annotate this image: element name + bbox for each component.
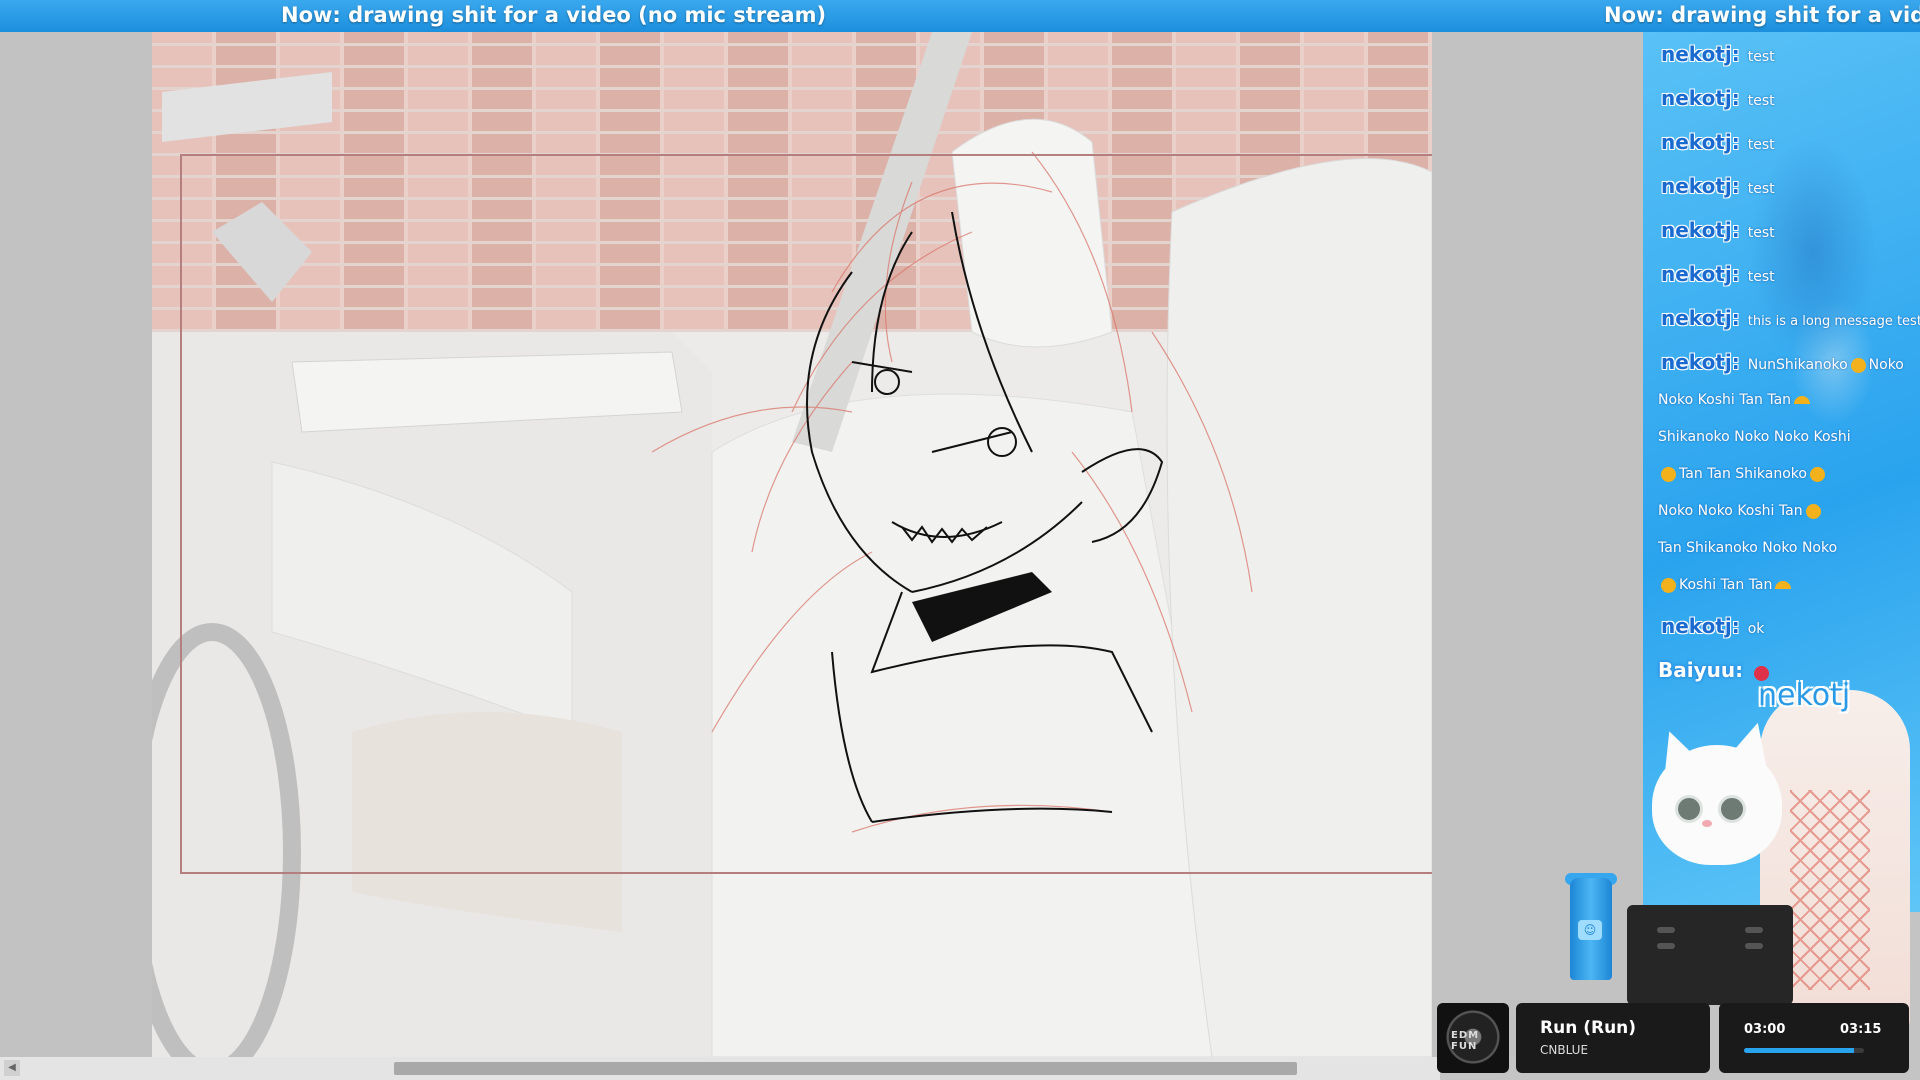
chat-message: Baiyuu: xyxy=(1658,658,1772,682)
chat-username: Baiyuu: xyxy=(1658,658,1744,682)
scrollbar-thumb[interactable] xyxy=(394,1062,1297,1075)
chat-message: nekotj: NunShikanoko Noko xyxy=(1661,350,1904,374)
chat-username: nekotj: xyxy=(1661,614,1740,638)
chat-username: nekotj: xyxy=(1661,130,1740,154)
cat-mascot xyxy=(1652,745,1782,865)
scroll-left-icon[interactable]: ◀ xyxy=(4,1060,20,1076)
chat-emote-line: Shikanoko Noko Noko Koshi xyxy=(1658,429,1851,445)
ticker-text-repeat: Now: drawing shit for a video (n xyxy=(1604,3,1920,27)
stream-ticker: Now: drawing shit for a video (no mic st… xyxy=(0,0,1920,32)
chat-message: nekotj: test xyxy=(1661,262,1775,286)
chat-message: nekotj: test xyxy=(1661,130,1775,154)
cat-eye xyxy=(1675,795,1703,823)
deer-emote-icon xyxy=(1809,466,1825,482)
clap-emote-icon xyxy=(1805,503,1821,519)
progress-fill xyxy=(1744,1048,1855,1053)
chat-message: nekotj: ok xyxy=(1661,614,1764,638)
deer-emote-icon xyxy=(1850,357,1866,373)
chat-username: nekotj: xyxy=(1661,262,1740,286)
chat-text: Koshi Tan Tan xyxy=(1679,577,1773,593)
playback-time-card xyxy=(1719,1003,1909,1073)
ticker-text: Now: drawing shit for a video (no mic st… xyxy=(281,3,827,27)
chat-text: NunShikanoko xyxy=(1747,357,1848,373)
chat-text: test xyxy=(1747,137,1775,153)
drawing-canvas[interactable] xyxy=(0,32,1645,1057)
clap-emote-icon xyxy=(1661,466,1676,482)
chat-emote-line: Koshi Tan Tan xyxy=(1658,577,1794,593)
wave-emote-icon xyxy=(1775,581,1792,589)
horizontal-scrollbar[interactable]: ◀ xyxy=(0,1057,1440,1080)
chat-text: test xyxy=(1747,225,1775,241)
song-artist: CNBLUE xyxy=(1540,1043,1589,1057)
chat-message: nekotj: test xyxy=(1661,218,1775,242)
album-art: EDM FUN xyxy=(1437,1003,1509,1073)
chat-emote-line: Noko Noko Koshi Tan xyxy=(1658,503,1824,519)
brand-logo: nekotj xyxy=(1758,678,1851,713)
chat-username: nekotj: xyxy=(1661,42,1740,66)
album-label: EDM FUN xyxy=(1451,1030,1480,1052)
drawing-tablet xyxy=(1627,905,1793,1005)
chair-pattern xyxy=(1790,790,1870,990)
chat-text: test xyxy=(1747,93,1775,109)
chat-text: Noko xyxy=(1868,357,1904,373)
chat-emote-line: Tan Tan Shikanoko xyxy=(1658,466,1828,482)
chat-text: ok xyxy=(1747,621,1765,637)
chat-username: nekotj: xyxy=(1661,350,1740,374)
wave-emote-icon xyxy=(1794,396,1811,404)
chat-message: nekotj: test xyxy=(1661,86,1775,110)
cat-nose xyxy=(1702,820,1712,827)
chat-emote-line: Noko Koshi Tan Tan xyxy=(1658,392,1813,408)
time-current: 03:00 xyxy=(1744,1022,1786,1037)
now-playing-card xyxy=(1516,1003,1710,1073)
chat-text: test xyxy=(1747,49,1775,65)
chat-username: nekotj: xyxy=(1661,306,1740,330)
time-total: 03:15 xyxy=(1840,1022,1882,1037)
chat-username: nekotj: xyxy=(1661,174,1740,198)
chat-text: Noko Koshi Tan Tan xyxy=(1658,392,1792,408)
chat-text: Tan Tan Shikanoko xyxy=(1679,466,1807,482)
chat-message: nekotj: test xyxy=(1661,42,1775,66)
cat-logo-icon: ☺ xyxy=(1578,920,1602,940)
chat-text: Shikanoko Noko Noko Koshi xyxy=(1658,429,1851,445)
song-title: Run (Run) xyxy=(1540,1018,1637,1038)
chat-text: Tan Shikanoko Noko Noko xyxy=(1658,540,1838,556)
chat-text: test xyxy=(1747,269,1775,285)
chat-text: test xyxy=(1747,181,1775,197)
chat-message: nekotj: test xyxy=(1661,174,1775,198)
chat-message: nekotj: this is a long message test xyxy=(1661,306,1920,330)
chat-username: nekotj: xyxy=(1661,86,1740,110)
cat-eye xyxy=(1718,795,1746,823)
chat-text: Noko Noko Koshi Tan xyxy=(1658,503,1803,519)
playback-progress xyxy=(1744,1048,1864,1053)
canvas-frame-guide xyxy=(180,154,1432,874)
chat-username: nekotj: xyxy=(1661,218,1740,242)
chat-text: this is a long message test xyxy=(1747,314,1920,329)
deer-emote-icon xyxy=(1661,577,1676,593)
chat-emote-line: Tan Shikanoko Noko Noko xyxy=(1658,540,1837,556)
